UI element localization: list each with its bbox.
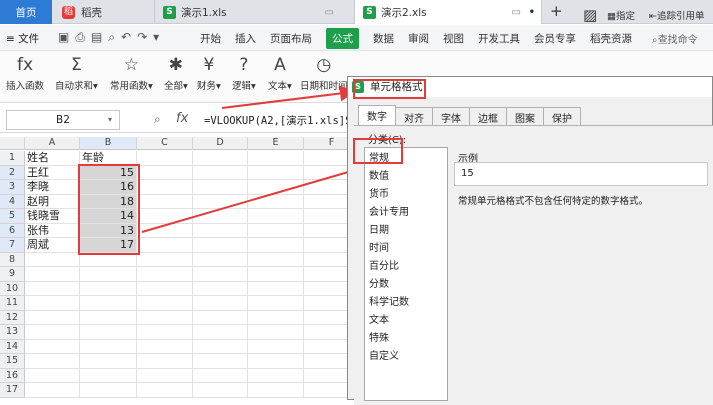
category-item[interactable]: 货币 — [369, 186, 389, 204]
annotation-box-general-category — [353, 138, 403, 164]
annotation-box-dialog-title — [353, 79, 426, 99]
dialog-tab[interactable]: 数字 — [358, 105, 396, 125]
arrow-to-dialog-title — [221, 85, 356, 109]
dialog-tab[interactable]: 字体 — [432, 107, 470, 125]
format-description: 常规单元格格式不包含任何特定的数字格式。 — [458, 196, 649, 207]
category-item[interactable]: 日期 — [369, 222, 389, 240]
dialog-tabs: 数字 对齐 字体 边框 图案 保护 — [358, 105, 581, 125]
category-item[interactable]: 特殊 — [369, 330, 389, 348]
dialog-tab[interactable]: 保护 — [543, 107, 581, 125]
category-item[interactable]: 会计专用 — [369, 204, 409, 222]
category-item[interactable]: 百分比 — [369, 258, 399, 276]
dialog-tab[interactable]: 图案 — [506, 107, 544, 125]
category-item[interactable]: 科学记数 — [369, 294, 409, 312]
category-item[interactable]: 自定义 — [369, 348, 399, 366]
category-item[interactable]: 分数 — [369, 276, 389, 294]
dialog-tab[interactable]: 对齐 — [395, 107, 433, 125]
format-cells-dialog: S 单元格格式 数字 对齐 字体 边框 图案 保护 分类(C): 常规 数值 货币 会计专用 日期… — [347, 76, 713, 405]
category-item[interactable]: 文本 — [369, 312, 389, 330]
dialog-tab[interactable]: 边框 — [469, 107, 507, 125]
arrow-to-category — [141, 163, 366, 233]
category-list[interactable]: 常规 数值 货币 会计专用 日期 时间 百分比 分数 科学记数 文本 特殊 自定义 — [364, 147, 448, 401]
sample-value: 15 — [454, 162, 708, 186]
category-item[interactable]: 数值 — [369, 168, 389, 186]
category-item[interactable]: 时间 — [369, 240, 389, 258]
